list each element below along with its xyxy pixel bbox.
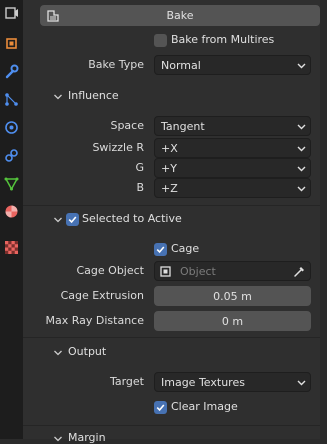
bake-type-dropdown[interactable]: Normal [154,55,311,75]
modifier-wrench-icon [5,64,19,79]
cage-checkbox[interactable] [154,243,167,256]
chevron-down-icon [297,146,306,152]
selected-to-active-title[interactable]: Selected to Active [82,212,182,225]
swizzle-r-dropdown[interactable]: +X [154,138,311,158]
eyedropper-icon[interactable] [293,265,306,278]
physics-icon [5,121,18,134]
bake-from-multires-label: Bake from Multires [171,33,275,46]
margin-collapse-chevron-icon[interactable] [53,434,63,444]
swizzle-g-value: +Y [161,161,177,175]
bake-icon [47,10,59,22]
constraint-icon [5,149,18,162]
object-data-icon [4,177,19,191]
target-dropdown[interactable]: Image Textures [154,372,311,392]
bake-type-value: Normal [161,58,201,72]
clear-image-checkbox[interactable] [154,401,167,414]
cage-object-placeholder: Object [180,264,216,278]
output-collapse-chevron-icon[interactable] [53,348,63,358]
selected-to-active-collapse-chevron-icon[interactable] [53,215,63,225]
tab-modifiers[interactable] [2,62,21,81]
influence-panel-title[interactable]: Influence [68,89,119,102]
target-label: Target [109,375,144,388]
chevron-down-icon [297,166,306,172]
swizzle-r-label: Swizzle R [92,141,144,154]
chevron-down-icon [297,63,306,69]
checkmark-icon [68,216,77,224]
bake-button-label: Bake [166,9,194,22]
swizzle-r-value: +X [161,141,178,155]
swizzle-b-value: +Z [161,181,178,195]
render-icon [5,7,18,19]
swizzle-b-label: B [136,181,144,194]
cage-object-label: Cage Object [76,264,145,277]
cage-extrusion-value: 0.05 m [213,289,252,303]
section-divider [23,425,320,426]
object-icon [160,266,171,277]
swizzle-b-dropdown[interactable]: +Z [154,178,311,198]
tab-constraints[interactable] [2,146,21,165]
space-label: Space [110,119,144,132]
bake-from-multires-checkbox[interactable] [154,34,167,47]
clear-image-label: Clear Image [171,400,238,413]
tab-particles[interactable] [2,90,21,109]
space-dropdown[interactable]: Tangent [154,116,311,136]
chevron-down-icon [297,186,306,192]
texture-icon [5,241,18,254]
chevron-down-icon [297,124,306,130]
swizzle-g-dropdown[interactable]: +Y [154,158,311,178]
chevron-down-icon [297,380,306,386]
section-divider [23,205,320,206]
tab-object-data[interactable] [2,174,21,193]
tab-physics[interactable] [2,118,21,137]
bake-button[interactable]: Bake [40,5,320,26]
tab-render[interactable] [2,3,21,22]
scrollbar-track[interactable] [320,0,327,439]
tab-texture[interactable] [2,238,21,257]
section-divider [23,337,320,338]
target-value: Image Textures [161,375,245,389]
bake-type-label: Bake Type [88,58,144,71]
output-panel-title[interactable]: Output [68,345,106,358]
swizzle-g-label: G [135,161,144,174]
influence-collapse-chevron-icon[interactable] [53,92,63,102]
selected-to-active-checkbox[interactable] [66,213,79,226]
checkmark-icon [156,404,165,412]
checkmark-icon [156,246,165,254]
cage-object-field[interactable]: Object [154,261,311,281]
tab-object[interactable] [2,34,21,53]
material-icon [5,205,18,218]
margin-panel-title[interactable]: Margin [68,431,106,444]
max-ray-distance-field[interactable]: 0 m [154,311,311,331]
properties-tab-bar [0,0,23,439]
max-ray-distance-value: 0 m [221,314,244,328]
space-value: Tangent [161,119,205,133]
cage-label: Cage [171,242,200,255]
tab-material[interactable] [2,202,21,221]
cage-extrusion-field[interactable]: 0.05 m [154,286,311,306]
max-ray-distance-label: Max Ray Distance [45,314,144,327]
cage-extrusion-label: Cage Extrusion [60,289,144,302]
object-icon [6,38,17,49]
particles-icon [5,93,18,106]
